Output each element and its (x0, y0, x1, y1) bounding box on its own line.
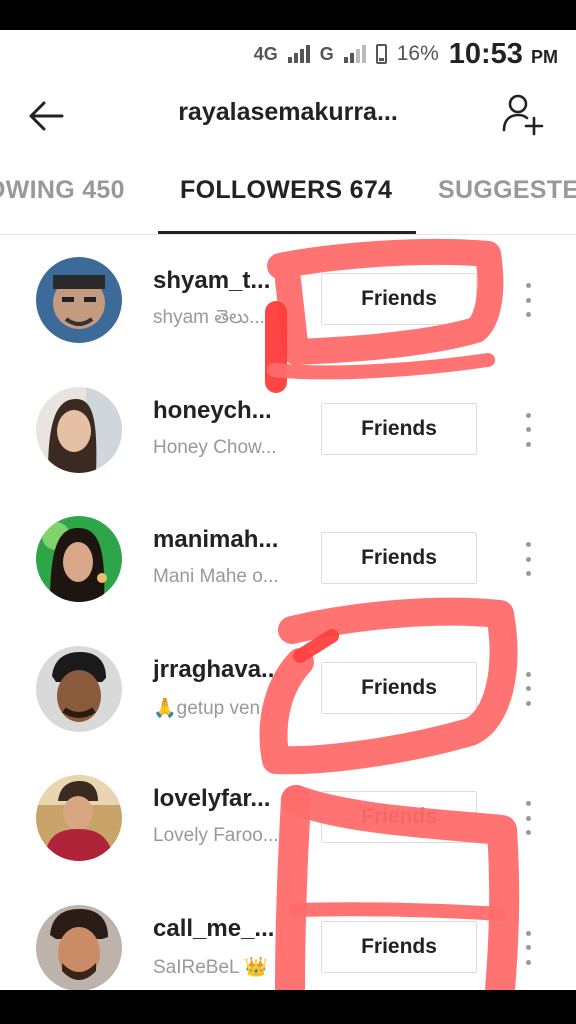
tab-followers[interactable]: FOLLOWERS 674 (180, 176, 392, 205)
display-name: 🙏getup ven... (153, 697, 276, 719)
more-options-icon[interactable] (520, 542, 536, 577)
app-screen: 4G G 16% 10:53 PM rayalasemakurra... OWI… (0, 30, 576, 990)
display-name: Mani Mahe o... (153, 566, 279, 588)
username: jrraghava... (153, 655, 282, 683)
avatar[interactable] (36, 257, 122, 343)
tab-suggested[interactable]: SUGGESTE (438, 176, 576, 205)
more-options-icon[interactable] (520, 412, 536, 447)
friends-button[interactable]: Friends (321, 402, 477, 455)
more-options-icon[interactable] (520, 930, 536, 965)
display-name: Honey Chow... (153, 436, 277, 458)
friends-button[interactable]: Friends (321, 532, 477, 585)
active-tab-indicator (158, 231, 416, 234)
clock-ampm: PM (531, 46, 558, 67)
tab-bar: OWING 450 FOLLOWERS 674 SUGGESTE (0, 168, 576, 235)
list-item[interactable]: honeych... Honey Chow... Friends (0, 365, 576, 495)
header: rayalasemakurra... (0, 82, 576, 150)
display-name: shyam తెలు... (153, 307, 265, 328)
followers-list: shyam_t... shyam తెలు... Friends honeych… (0, 235, 576, 990)
battery-icon (375, 44, 387, 64)
network-type-2: G (319, 43, 334, 64)
signal-2-icon (343, 45, 366, 63)
list-item[interactable]: jrraghava... 🙏getup ven... Friends (0, 624, 576, 754)
list-item[interactable]: lovelyfar... Lovely Faroo... Friends (0, 753, 576, 883)
network-type-1: 4G (253, 43, 278, 64)
avatar[interactable] (36, 645, 122, 732)
username: honeych... (153, 396, 272, 424)
status-bar: 4G G 16% 10:53 PM (0, 30, 576, 78)
signal-icon (287, 45, 310, 63)
friends-button[interactable]: Friends (321, 273, 477, 325)
more-options-icon[interactable] (520, 671, 536, 706)
username: manimah... (153, 526, 279, 554)
add-user-icon[interactable] (500, 92, 546, 138)
list-item[interactable]: manimah... Mani Mahe o... Friends (0, 494, 576, 624)
avatar[interactable] (36, 775, 122, 862)
tab-following[interactable]: OWING 450 (0, 176, 125, 205)
avatar[interactable] (36, 386, 122, 473)
username: lovelyfar... (153, 785, 271, 813)
friends-button[interactable]: Friends (321, 920, 477, 973)
friends-button[interactable]: Friends (321, 791, 477, 844)
display-name: Lovely Faroo... (153, 825, 279, 847)
more-options-icon[interactable] (520, 801, 536, 836)
battery-percent: 16% (396, 42, 439, 65)
more-options-icon[interactable] (520, 283, 536, 317)
display-name: SaIReBeL 👑 (153, 956, 268, 978)
list-item[interactable]: shyam_t... shyam తెలు... Friends (0, 235, 576, 365)
avatar[interactable] (36, 904, 122, 990)
list-item[interactable]: call_me_... SaIReBeL 👑 Friends (0, 883, 576, 990)
friends-button[interactable]: Friends (321, 661, 477, 714)
username: shyam_t... (153, 267, 271, 294)
clock: 10:53 PM (448, 37, 558, 70)
avatar[interactable] (36, 516, 122, 603)
username: call_me_... (153, 914, 275, 942)
page-title: rayalasemakurra... (178, 98, 398, 126)
